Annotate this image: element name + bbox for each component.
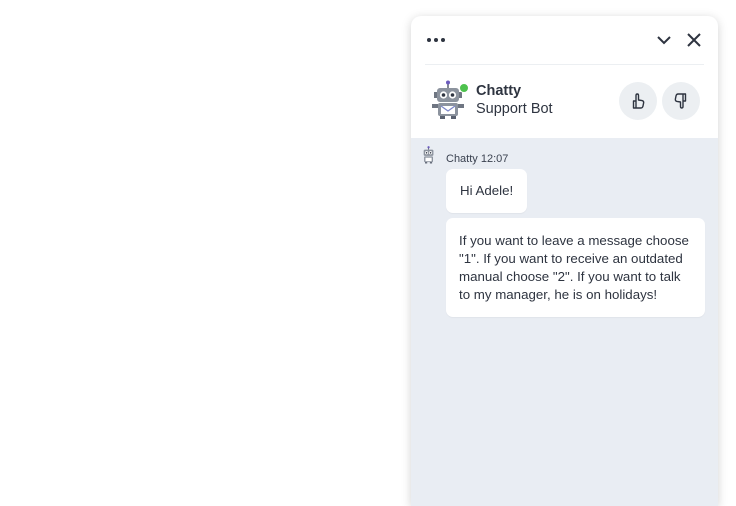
message-bubble: Hi Adele!	[446, 169, 528, 213]
message-meta: Chatty 12:07	[446, 153, 509, 165]
message-list: Chatty 12:07 Hi Adele! If you want to le…	[411, 138, 718, 317]
thumbs-down-icon	[674, 93, 687, 109]
dot	[441, 38, 445, 42]
agent-name: Chatty	[476, 83, 522, 99]
agent-role: Support Bot	[476, 101, 553, 117]
chat-header: Chatty Support Bot	[411, 16, 718, 138]
agent-info: Chatty Support Bot	[431, 80, 700, 122]
online-status-dot	[459, 83, 469, 93]
dot	[434, 38, 438, 42]
dot	[427, 38, 431, 42]
thumbs-down-button[interactable]	[662, 82, 700, 120]
ellipsis-icon[interactable]	[427, 32, 451, 48]
thumbs-up-button[interactable]	[619, 82, 657, 120]
chevron-down-icon[interactable]	[654, 30, 674, 50]
thumbs-up-icon	[632, 93, 645, 109]
close-icon[interactable]	[684, 30, 704, 50]
robot-icon	[421, 146, 437, 164]
chat-widget: Chatty Support Bot Chatty 12:07 Hi Adele…	[411, 16, 718, 506]
robot-icon	[431, 80, 469, 120]
chat-toolbar	[425, 16, 704, 65]
message-bubble: If you want to leave a message choose "1…	[446, 218, 705, 317]
